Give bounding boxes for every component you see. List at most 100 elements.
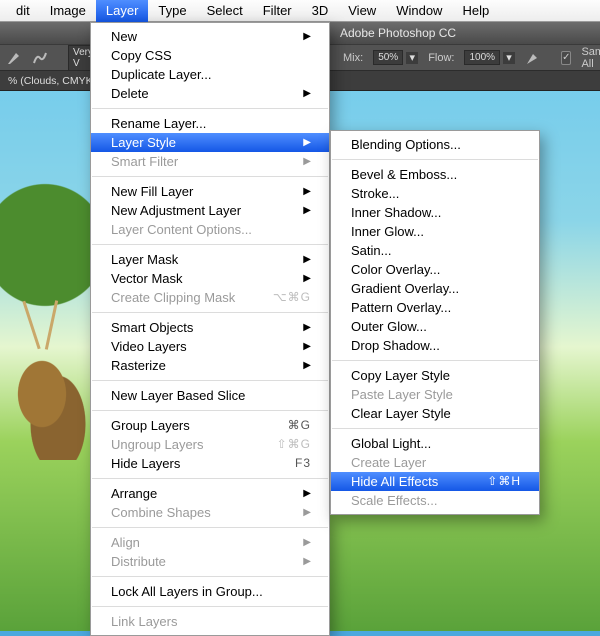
flow-label: Flow: xyxy=(428,52,454,64)
layer-menu-item[interactable]: Smart Objects▶ xyxy=(91,318,329,337)
layer-menu-item[interactable]: Copy CSS xyxy=(91,46,329,65)
menu-separator xyxy=(332,360,538,361)
layer-menu-item: Layer Content Options... xyxy=(91,220,329,239)
layer-menu-item[interactable]: Rasterize▶ xyxy=(91,356,329,375)
layer-style-menu-item[interactable]: Stroke... xyxy=(331,184,539,203)
menu-help[interactable]: Help xyxy=(452,0,499,22)
menu-item-label: New Layer Based Slice xyxy=(111,386,245,405)
menu-item-label: Layer Mask xyxy=(111,250,178,269)
submenu-arrow-icon: ▶ xyxy=(303,84,311,103)
layer-style-menu-item[interactable]: Bevel & Emboss... xyxy=(331,165,539,184)
menu-shortcut: ⌘G xyxy=(288,416,311,435)
menu-item-label: Satin... xyxy=(351,241,391,260)
layer-menu-item: Align▶ xyxy=(91,533,329,552)
menu-item-label: Ungroup Layers xyxy=(111,435,204,454)
menu-item-label: Clear Layer Style xyxy=(351,404,451,423)
menu-item-label: Pattern Overlay... xyxy=(351,298,451,317)
layer-style-menu-item[interactable]: Clear Layer Style xyxy=(331,404,539,423)
tool-icon[interactable] xyxy=(6,49,22,67)
menu-item-label: Hide All Effects xyxy=(351,472,438,491)
sample-all-checkbox[interactable] xyxy=(561,51,571,65)
menu-image[interactable]: Image xyxy=(40,0,96,22)
menu-item-label: Lock All Layers in Group... xyxy=(111,582,263,601)
menu-item-label: Delete xyxy=(111,84,149,103)
layer-style-menu-item[interactable]: Copy Layer Style xyxy=(331,366,539,385)
layer-style-menu-item[interactable]: Global Light... xyxy=(331,434,539,453)
sample-all-label: Sample All xyxy=(581,46,600,70)
menu-item-label: Vector Mask xyxy=(111,269,183,288)
menu-select[interactable]: Select xyxy=(197,0,253,22)
menu-shortcut: ⌥⌘G xyxy=(273,288,311,307)
layer-menu-item[interactable]: Group Layers⌘G xyxy=(91,416,329,435)
menu-separator xyxy=(92,527,328,528)
submenu-arrow-icon: ▶ xyxy=(303,201,311,220)
menu-item-label: Arrange xyxy=(111,484,157,503)
layer-style-menu-item[interactable]: Outer Glow... xyxy=(331,317,539,336)
menu-edit[interactable]: dit xyxy=(6,0,40,22)
menu-view[interactable]: View xyxy=(338,0,386,22)
layer-menu-item[interactable]: Rename Layer... xyxy=(91,114,329,133)
menu-item-label: Create Layer xyxy=(351,453,426,472)
layer-menu-item[interactable]: Delete ▶ xyxy=(91,84,329,103)
mix-dropdown[interactable]: 50% ▾ xyxy=(373,50,418,65)
menu-separator xyxy=(92,380,328,381)
layer-menu-item[interactable]: Layer Style▶ xyxy=(91,133,329,152)
layer-menu-item: Smart Filter▶ xyxy=(91,152,329,171)
menu-item-label: Link Layers xyxy=(111,612,177,631)
menu-window[interactable]: Window xyxy=(386,0,452,22)
layer-style-menu-item[interactable]: Satin... xyxy=(331,241,539,260)
layer-menu-item[interactable]: New Adjustment Layer▶ xyxy=(91,201,329,220)
layer-menu-item[interactable]: Hide LayersF3 xyxy=(91,454,329,473)
submenu-arrow-icon: ▶ xyxy=(303,27,311,46)
layer-style-menu-item[interactable]: Drop Shadow... xyxy=(331,336,539,355)
menu-item-label: Combine Shapes xyxy=(111,503,211,522)
menu-type[interactable]: Type xyxy=(148,0,196,22)
menu-shortcut: ⇧⌘G xyxy=(277,435,311,454)
submenu-arrow-icon: ▶ xyxy=(303,337,311,356)
chevron-down-icon: ▾ xyxy=(406,52,418,64)
menu-separator xyxy=(92,312,328,313)
layer-menu-item: Combine Shapes ▶ xyxy=(91,503,329,522)
menu-item-label: Layer Style xyxy=(111,133,176,152)
submenu-arrow-icon: ▶ xyxy=(303,152,311,171)
menu-shortcut: ⇧⌘H xyxy=(487,472,521,491)
menu-separator xyxy=(92,244,328,245)
layer-style-menu-item[interactable]: Inner Shadow... xyxy=(331,203,539,222)
submenu-arrow-icon: ▶ xyxy=(303,318,311,337)
menu-item-label: Inner Glow... xyxy=(351,222,424,241)
menu-item-label: Paste Layer Style xyxy=(351,385,453,404)
menu-separator xyxy=(92,478,328,479)
layer-menu-item[interactable]: New Fill Layer▶ xyxy=(91,182,329,201)
layer-style-menu-item[interactable]: Hide All Effects ⇧⌘H xyxy=(331,472,539,491)
layer-menu-item: Distribute▶ xyxy=(91,552,329,571)
brush-preset-icon[interactable] xyxy=(32,49,48,67)
layer-menu-item[interactable]: New Layer Based Slice xyxy=(91,386,329,405)
menu-layer[interactable]: Layer xyxy=(96,0,149,22)
layer-menu-item[interactable]: Video Layers▶ xyxy=(91,337,329,356)
flow-value: 100% xyxy=(464,50,500,65)
layer-menu-item[interactable]: Vector Mask ▶ xyxy=(91,269,329,288)
flow-dropdown[interactable]: 100% ▾ xyxy=(464,50,515,65)
submenu-arrow-icon: ▶ xyxy=(303,503,311,522)
layer-menu-item: Create Clipping Mask⌥⌘G xyxy=(91,288,329,307)
layer-style-menu-item[interactable]: Inner Glow... xyxy=(331,222,539,241)
layer-style-menu-item[interactable]: Color Overlay... xyxy=(331,260,539,279)
layer-style-menu-item[interactable]: Gradient Overlay... xyxy=(331,279,539,298)
submenu-arrow-icon: ▶ xyxy=(303,250,311,269)
layer-menu-item[interactable]: New ▶ xyxy=(91,27,329,46)
submenu-arrow-icon: ▶ xyxy=(303,269,311,288)
layer-style-menu-item[interactable]: Blending Options... xyxy=(331,135,539,154)
menu-item-label: Duplicate Layer... xyxy=(111,65,211,84)
layer-menu-item[interactable]: Duplicate Layer... xyxy=(91,65,329,84)
menu-filter[interactable]: Filter xyxy=(253,0,302,22)
menu-item-label: Blending Options... xyxy=(351,135,461,154)
menu-item-label: New xyxy=(111,27,137,46)
airbrush-icon[interactable] xyxy=(525,49,541,67)
layer-style-menu-item[interactable]: Pattern Overlay... xyxy=(331,298,539,317)
layer-menu-item[interactable]: Layer Mask ▶ xyxy=(91,250,329,269)
menu-item-label: Global Light... xyxy=(351,434,431,453)
layer-menu-item[interactable]: Arrange▶ xyxy=(91,484,329,503)
menu-3d[interactable]: 3D xyxy=(302,0,339,22)
menubar: dit Image Layer Type Select Filter 3D Vi… xyxy=(0,0,600,22)
layer-menu-item[interactable]: Lock All Layers in Group... xyxy=(91,582,329,601)
